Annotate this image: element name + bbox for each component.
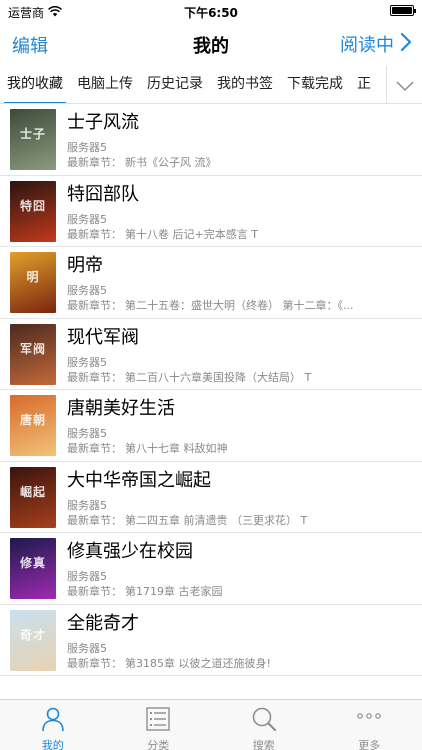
book-cover-image: 特囧 [10,180,56,242]
latest-chapter-value: 新书《公子风 流》 [125,156,217,169]
latest-chapter-label: 最新章节： [67,156,122,169]
book-row[interactable]: 修真 修真强少在校园 服务器5 最新章节： 第1719章 古老家园 [0,533,422,605]
book-server: 服务器5 [67,641,107,655]
status-time: 下午6:50 [184,6,238,20]
book-cover-image: 唐朝 [10,395,56,456]
book-title: 士子风流 [67,112,139,133]
tab-downloaded[interactable]: 下载完成 [280,66,350,103]
tab-history[interactable]: 历史记录 [140,66,210,103]
reading-button[interactable]: 阅读中 [340,31,412,57]
chevron-down-icon [396,76,414,95]
book-cover-text: 唐朝 [19,413,46,427]
tabbar-label: 更多 [358,739,381,750]
tabbar-item-category[interactable]: 分类 [106,700,212,750]
navigation-bar: 编辑 我的 阅读中 [0,22,422,66]
latest-chapter-value: 第3185章 以彼之道还施彼身! [125,656,271,670]
book-row[interactable]: 军阀 现代军阀服务器5 最新章节： 第二百八十六章美国投降（大结局） T [0,319,422,390]
book-cover-text: 修真 [19,556,46,570]
tab-favorites[interactable]: 我的收藏 [0,66,70,103]
tabs-expand-button[interactable] [386,66,422,103]
book-latest-chapter: 最新章节： 第八十七章 料敌如神 [67,440,407,456]
more-icon [355,706,383,737]
latest-chapter-label: 最新章节： [67,585,122,598]
book-cover-text: 军阀 [19,341,46,356]
book-cover-image: 士子 [10,109,56,170]
tab-bookmarks[interactable]: 我的书签 [210,66,280,103]
tabbar-item-search[interactable]: 搜索 [211,700,317,750]
book-cover-text: 士子 [19,127,46,141]
book-cover-image: 修真 [10,538,56,599]
book-latest-chapter: 最新章节： 第二四五章 前清遗贵 （三更求花） T [67,512,407,528]
latest-chapter-label: 最新章节： [67,513,122,527]
list-icon [146,706,170,737]
book-server: 服务器5 [67,212,107,226]
book-title: 特囧部队 [67,183,139,205]
book-title: 明帝 [67,255,103,276]
book-row[interactable]: 崛起 大中华帝国之崛起服务器5 最新章节： 第二四五章 前清遗贵 （三更求花） T [0,462,422,533]
app-screen: 运营商 下午6:50 编辑 我的 阅读中 我的收藏 电脑上传 历史记录 我的书签 下载完… [0,0,422,750]
book-cover-image: 奇才 [10,609,56,671]
book-row[interactable]: 士子 士子风流 服务器5 最新章节： 新书《公子风 流》 [0,104,422,176]
book-latest-chapter: 最新章节： 第十八卷 后记+完本感言 T [67,226,407,242]
search-icon [251,706,277,737]
book-title: 唐朝美好生活 [67,398,175,419]
book-latest-chapter: 最新章节： 第3185章 以彼之道还施彼身! [67,655,407,671]
book-cover-text: 崛起 [19,484,46,499]
chevron-right-icon [394,32,412,57]
book-list: 士子 士子风流 服务器5 最新章节： 新书《公子风 流》 特囧 特囧部队 服务器5 最新章节：第… [0,104,422,676]
latest-chapter-label: 最新章节： [67,370,122,384]
latest-chapter-value: 第二百八十六章美国投降（大结局） T [125,370,312,384]
book-server: 服务器5 [67,141,107,154]
book-server: 服务器5 [67,570,107,583]
latest-chapter-label: 最新章节： [67,656,122,670]
book-latest-chapter: 最新章节： 新书《公子风 流》 [67,154,407,170]
status-bar: 运营商 下午6:50 [0,0,422,22]
latest-chapter-label: 最新章节： [67,299,122,312]
person-icon [40,706,66,737]
latest-chapter-label: 最新章节： [67,442,122,455]
reading-button-label: 阅读中 [340,35,394,56]
latest-chapter-value: 第二十五卷：盛世大明（终卷） 第十二章：《... [125,299,354,312]
latest-chapter-value: 第八十七章 料敌如神 [125,442,228,455]
tabbar-label: 分类 [147,739,170,750]
tabs-scroll: 我的收藏 电脑上传 历史记录 我的书签 下载完成正 [0,66,386,103]
tabbar-label: 搜索 [252,739,275,750]
tabbar-item-more[interactable]: 更多 [317,700,422,750]
book-row[interactable]: 特囧 特囧部队服务器5 最新章节： 第十八卷 后记+完本感言 T [0,176,422,247]
category-tabs: 我的收藏 电脑上传 历史记录 我的书签 下载完成正 [0,66,422,104]
latest-chapter-value: 第十八卷 后记+完本感言 T [125,227,258,241]
book-cover-text: 奇才 [19,627,46,642]
book-server: 服务器5 [67,355,107,369]
book-title: 大中华帝国之崛起 [67,469,211,491]
book-row[interactable]: 奇才 全能奇才服务器5 最新章节： 第3185章 以彼之道还施彼身! [0,605,422,676]
latest-chapter-value: 第1719章 古老家园 [125,585,223,598]
book-latest-chapter: 最新章节： 第1719章 古老家园 [67,583,407,599]
book-server: 服务器5 [67,498,107,512]
tabbar-label: 我的 [41,739,64,750]
book-cover-image: 明 [10,252,56,313]
battery-icon [390,5,416,16]
book-title: 修真强少在校园 [67,541,193,562]
tab-partial[interactable]: 正 [350,66,378,103]
book-cover-text: 特囧 [19,198,46,213]
book-server: 服务器5 [67,427,107,440]
book-title: 全能奇才 [67,612,139,634]
tabbar-item-mine[interactable]: 我的 [0,700,106,750]
book-cover-image: 军阀 [10,323,56,385]
book-row[interactable]: 唐朝 唐朝美好生活 服务器5 最新章节： 第八十七章 料敌如神 [0,390,422,462]
book-cover-text: 明 [26,270,40,284]
book-server: 服务器5 [67,284,107,297]
book-latest-chapter: 最新章节： 第二百八十六章美国投降（大结局） T [67,369,407,385]
book-title: 现代军阀 [67,326,139,348]
book-latest-chapter: 最新章节： 第二十五卷：盛世大明（终卷） 第十二章：《... [67,297,407,313]
latest-chapter-value: 第二四五章 前清遗贵 （三更求花） T [125,513,308,527]
book-row[interactable]: 明明帝 服务器5 最新章节： 第二十五卷：盛世大明（终卷） 第十二章：《... [0,247,422,319]
book-cover-image: 崛起 [10,466,56,528]
latest-chapter-label: 最新章节： [67,227,122,241]
bottom-tab-bar: 我的 分类 搜索 更多 [0,699,422,750]
tab-pc-upload[interactable]: 电脑上传 [70,66,140,103]
